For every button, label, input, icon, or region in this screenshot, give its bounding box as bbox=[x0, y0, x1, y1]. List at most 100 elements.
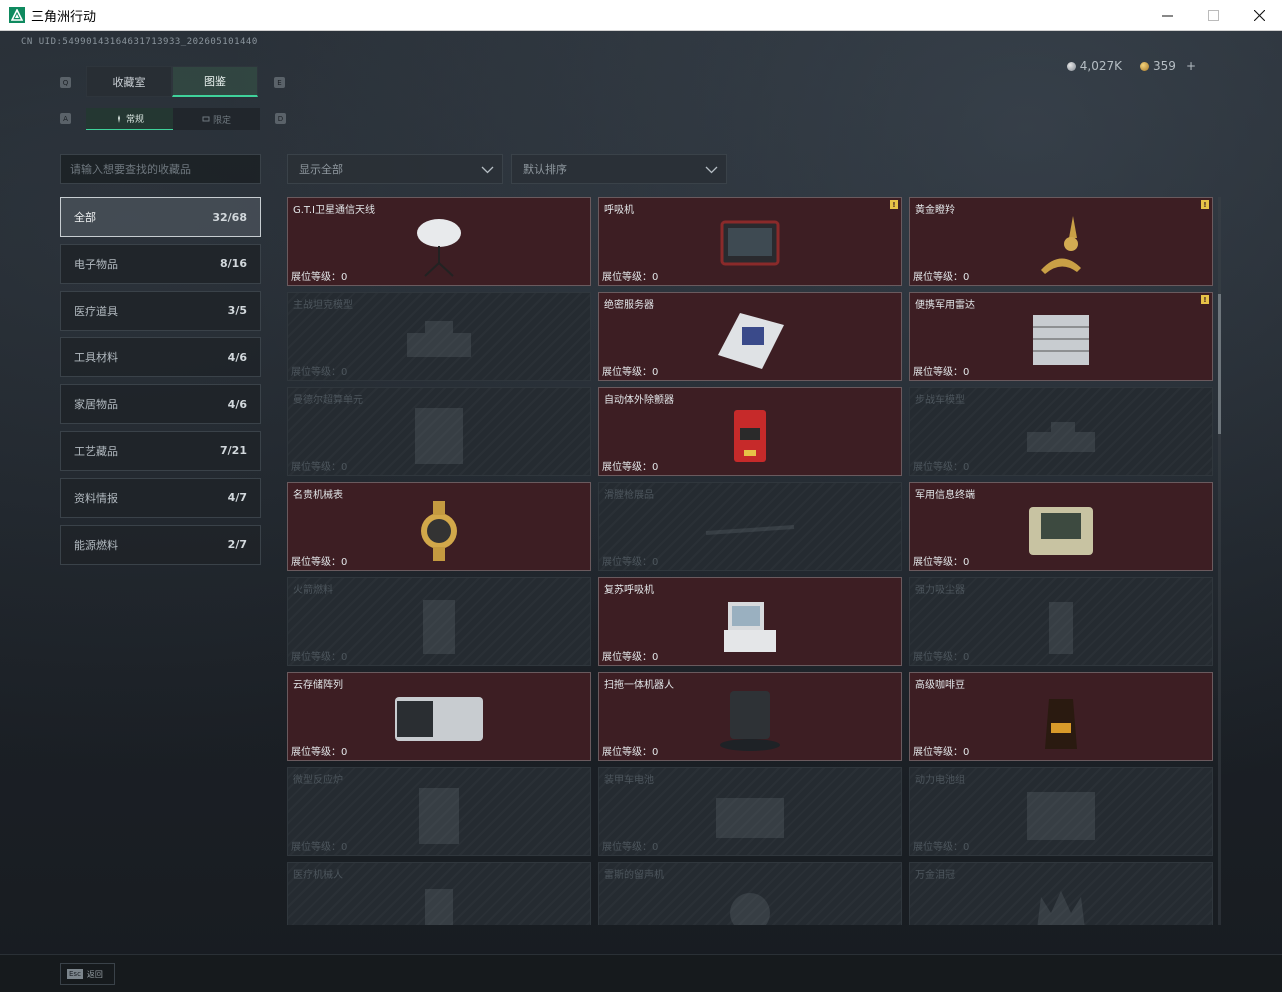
scrollbar-thumb[interactable] bbox=[1218, 294, 1221, 434]
gold-coin-icon bbox=[1140, 61, 1150, 71]
back-button[interactable]: Esc 返回 bbox=[60, 963, 115, 985]
key-hint-a: A bbox=[60, 113, 71, 124]
category-item[interactable]: 资料情报 4/7 bbox=[60, 477, 261, 518]
category-count: 32/68 bbox=[212, 210, 247, 224]
category-count: 4/7 bbox=[227, 491, 247, 505]
card-level: 展位等级：0 bbox=[602, 747, 659, 758]
card-level: 展位等级：0 bbox=[913, 272, 970, 283]
card-level: 展位等级：0 bbox=[291, 747, 348, 758]
gold-gazelle-icon bbox=[1041, 216, 1081, 274]
collection-card[interactable]: 复苏呼吸机 展位等级：0 bbox=[598, 577, 902, 666]
collection-card[interactable]: 自动体外除颤器 展位等级：0 bbox=[598, 387, 902, 476]
collection-card[interactable]: 装甲车电池展位等级：0 bbox=[598, 767, 902, 856]
robot-vacuum-icon bbox=[720, 691, 780, 751]
card-name: 扫拖一体机器人 bbox=[604, 680, 674, 691]
tab-collection-room[interactable]: 收藏室 bbox=[86, 66, 172, 97]
terminal-icon bbox=[1029, 507, 1093, 555]
filter-dropdown[interactable]: 显示全部 bbox=[287, 154, 503, 184]
card-level: 展位等级：0 bbox=[913, 462, 970, 473]
new-flag-icon: ! bbox=[890, 200, 898, 209]
card-level: 展位等级：0 bbox=[602, 842, 659, 853]
category-item[interactable]: 工具材料 4/6 bbox=[60, 337, 261, 378]
collection-card[interactable]: 微型反应炉 展位等级：0 bbox=[287, 767, 591, 856]
category-label: 资料情报 bbox=[74, 491, 118, 505]
close-button[interactable] bbox=[1236, 0, 1282, 31]
card-name: 主战坦克模型 bbox=[293, 300, 353, 311]
crown-icon bbox=[1037, 891, 1085, 925]
category-label: 电子物品 bbox=[74, 257, 118, 271]
maximize-button[interactable] bbox=[1190, 0, 1236, 31]
card-name: 万金泪冠 bbox=[915, 870, 955, 881]
collection-grid: G.T.I卫星通信天线 展位等级：0 呼吸机 展位等级：0! 黄金瞪羚 展位等级：0! 主战… bbox=[287, 197, 1213, 925]
collection-card[interactable]: 绝密服务器展位等级：0 bbox=[598, 292, 902, 381]
card-level: 展位等级：0 bbox=[291, 842, 348, 853]
key-hint-q: Q bbox=[60, 77, 71, 88]
category-item[interactable]: 全部 32/68 bbox=[60, 197, 261, 237]
subtab-limited[interactable]: 限定 bbox=[173, 108, 260, 130]
card-level: 展位等级：0 bbox=[291, 367, 348, 378]
game-area: CN UID:5499014316463171393​3_20260510144… bbox=[0, 31, 1282, 992]
collection-card[interactable]: G.T.I卫星通信天线 展位等级：0 bbox=[287, 197, 591, 286]
card-name: 绝密服务器 bbox=[604, 300, 654, 311]
category-label: 能源燃料 bbox=[74, 538, 118, 552]
category-item[interactable]: 医疗道具 3/5 bbox=[60, 290, 261, 331]
category-list: 全部 32/68 电子物品 8/16 医疗道具 3/5 工具材料 4/6 家居物品 4/6 工艺藏品… bbox=[60, 197, 261, 571]
sort-dropdown[interactable]: 默认排序 bbox=[511, 154, 727, 184]
sub-tabs: 常规 限定 bbox=[86, 108, 260, 130]
collection-card[interactable]: 主战坦克模型 展位等级：0 bbox=[287, 292, 591, 381]
collection-card[interactable]: 火箭燃料 展位等级：0 bbox=[287, 577, 591, 666]
ventilator-icon bbox=[720, 220, 780, 266]
card-name: 云存储阵列 bbox=[293, 680, 343, 691]
battery-icon bbox=[716, 798, 784, 838]
category-count: 3/5 bbox=[227, 304, 247, 318]
category-label: 工艺藏品 bbox=[74, 444, 118, 458]
category-item[interactable]: 能源燃料 2/7 bbox=[60, 524, 261, 565]
tab-catalog[interactable]: 图鉴 bbox=[172, 66, 258, 97]
card-name: 医疗机械人 bbox=[293, 870, 343, 881]
card-name: 高级咖啡豆 bbox=[915, 680, 965, 691]
collection-card[interactable]: 医疗机械人 bbox=[287, 862, 591, 925]
silver-coin-icon bbox=[1066, 61, 1076, 71]
collection-card[interactable]: 黄金瞪羚 展位等级：0! bbox=[909, 197, 1213, 286]
collection-card[interactable]: 便携军用雷达 展位等级：0! bbox=[909, 292, 1213, 381]
collection-card[interactable]: 名贵机械表 展位等级：0 bbox=[287, 482, 591, 571]
card-name: 动力电池组 bbox=[915, 775, 965, 786]
gold-currency[interactable]: 359 + bbox=[1140, 59, 1196, 73]
collection-card[interactable]: 扫拖一体机器人 展位等级：0 bbox=[598, 672, 902, 761]
add-currency-button[interactable]: + bbox=[1186, 59, 1196, 73]
watch-icon bbox=[421, 501, 457, 561]
category-item[interactable]: 家居物品 4/6 bbox=[60, 384, 261, 425]
card-level: 展位等级：0 bbox=[913, 842, 970, 853]
key-hint-e: E bbox=[274, 77, 285, 88]
collection-card[interactable]: 步战车模型 展位等级：0 bbox=[909, 387, 1213, 476]
silver-currency: 4,027K bbox=[1066, 59, 1122, 73]
card-name: 装甲车电池 bbox=[604, 775, 654, 786]
collection-card[interactable]: 云存储阵列展位等级：0 bbox=[287, 672, 591, 761]
sort-dropdown-label: 默认排序 bbox=[523, 163, 567, 176]
collection-card[interactable]: 军用信息终端 展位等级：0 bbox=[909, 482, 1213, 571]
category-item[interactable]: 工艺藏品 7/21 bbox=[60, 430, 261, 471]
subtab-regular[interactable]: 常规 bbox=[86, 108, 173, 130]
card-level: 展位等级：0 bbox=[602, 652, 659, 663]
minimize-button[interactable] bbox=[1144, 0, 1190, 31]
card-level: 展位等级：0 bbox=[602, 367, 659, 378]
currency-bar: 4,027K 359 + bbox=[1066, 59, 1196, 73]
subtab-limited-label: 限定 bbox=[212, 115, 231, 126]
collection-card[interactable]: 动力电池组展位等级：0 bbox=[909, 767, 1213, 856]
search-input[interactable] bbox=[60, 154, 261, 184]
category-item[interactable]: 电子物品 8/16 bbox=[60, 243, 261, 284]
card-name: 强力吸尘器 bbox=[915, 585, 965, 596]
reactor-icon bbox=[419, 788, 459, 844]
card-level: 展位等级：0 bbox=[913, 747, 970, 758]
collection-card[interactable]: 呼吸机 展位等级：0! bbox=[598, 197, 902, 286]
bottom-bar: Esc 返回 bbox=[0, 954, 1282, 992]
collection-card[interactable]: 万金泪冠 bbox=[909, 862, 1213, 925]
server-icon bbox=[718, 313, 784, 369]
collection-card[interactable]: 强力吸尘器 展位等级：0 bbox=[909, 577, 1213, 666]
category-count: 2/7 bbox=[227, 538, 247, 552]
collection-card[interactable]: 滑膛枪展品 展位等级：0 bbox=[598, 482, 902, 571]
collection-card[interactable]: 雷斯的留声机 bbox=[598, 862, 902, 925]
medical-robot-icon bbox=[425, 889, 453, 925]
collection-card[interactable]: 高级咖啡豆展位等级：0 bbox=[909, 672, 1213, 761]
collection-card[interactable]: 曼德尔超算单元 展位等级：0 bbox=[287, 387, 591, 476]
